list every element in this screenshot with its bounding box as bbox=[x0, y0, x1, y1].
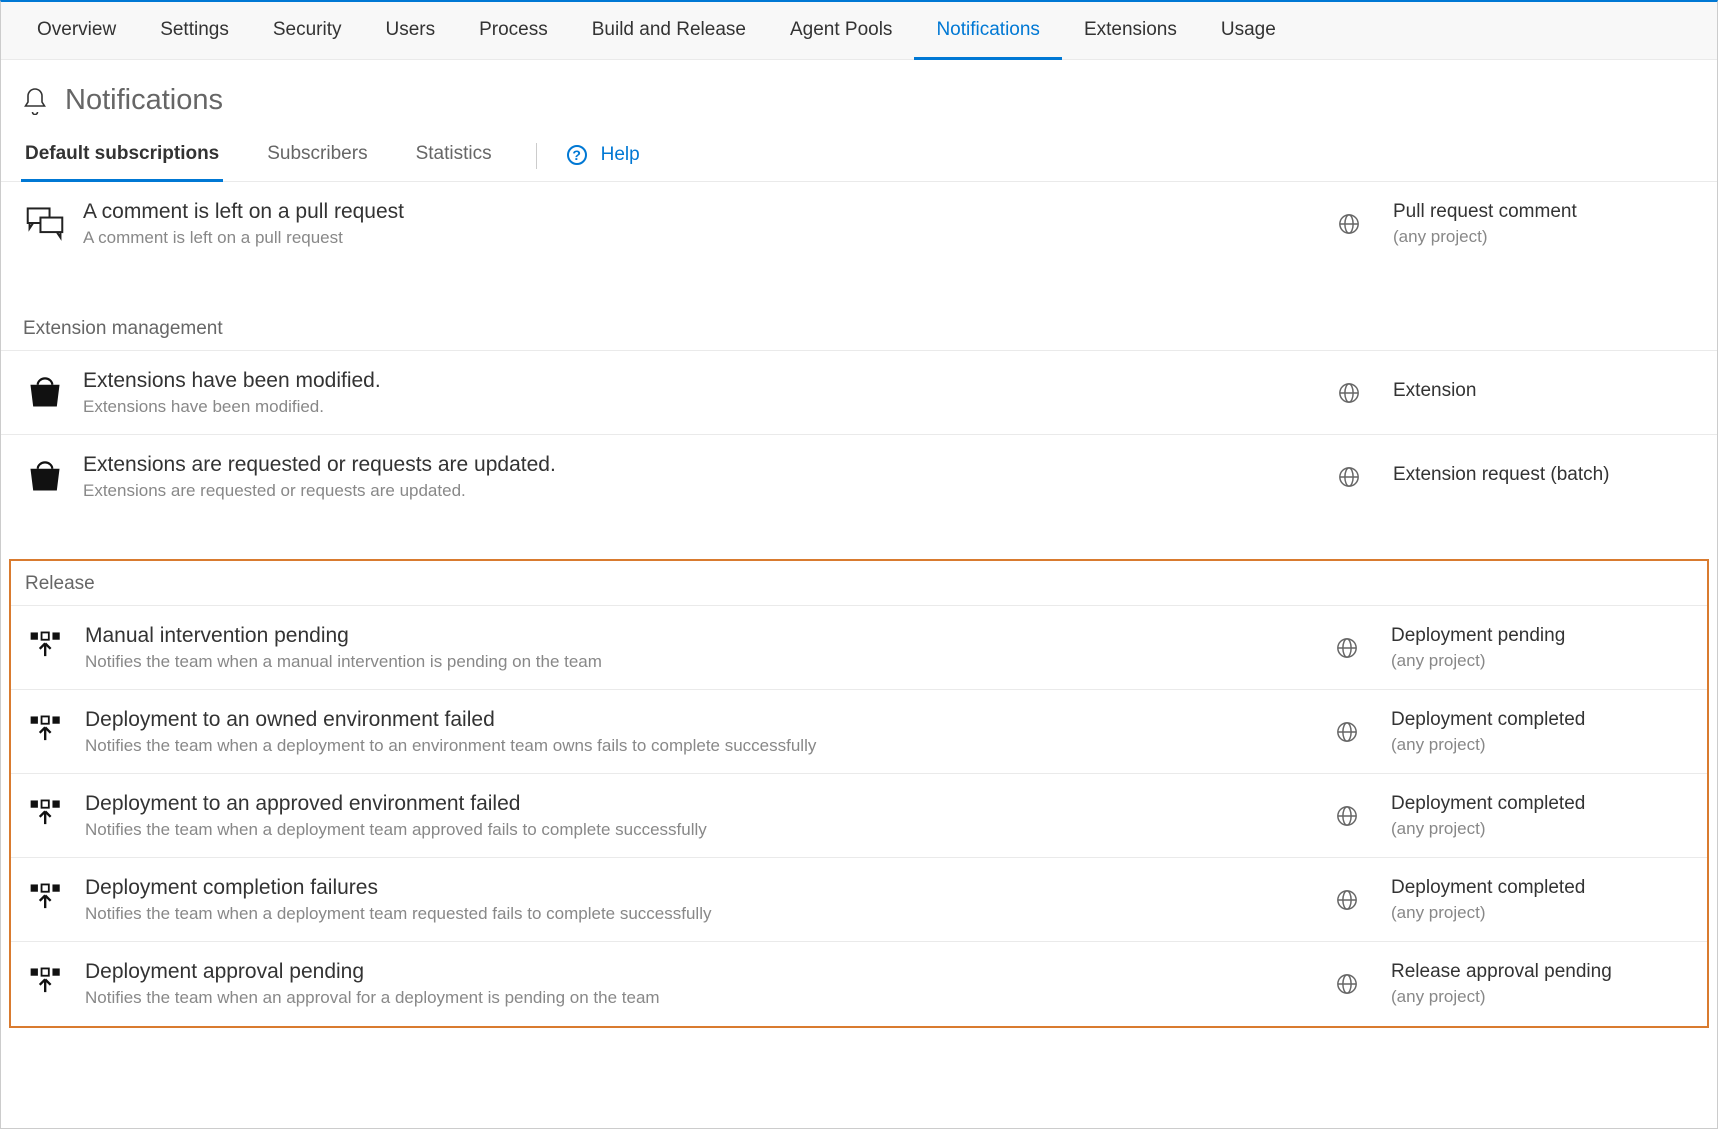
item-scope: (any project) bbox=[1391, 903, 1693, 923]
item-main: Extensions have been modified. Extension… bbox=[83, 369, 1313, 417]
globe-icon bbox=[1311, 805, 1383, 827]
list-item[interactable]: Deployment to an owned environment faile… bbox=[11, 690, 1707, 774]
item-scope: (any project) bbox=[1393, 227, 1695, 247]
nav-extensions[interactable]: Extensions bbox=[1062, 2, 1199, 60]
sub-tabs: Default subscriptions Subscribers Statis… bbox=[1, 123, 1717, 182]
globe-icon bbox=[1311, 721, 1383, 743]
globe-icon bbox=[1311, 637, 1383, 659]
item-desc: Notifies the team when an approval for a… bbox=[85, 988, 1281, 1008]
item-scope: (any project) bbox=[1391, 735, 1693, 755]
group-header-release: Release bbox=[11, 561, 1707, 606]
item-main: Deployment to an owned environment faile… bbox=[85, 708, 1311, 756]
chat-icon bbox=[23, 203, 67, 247]
item-scope: (any project) bbox=[1391, 819, 1693, 839]
item-right: Deployment completed (any project) bbox=[1383, 793, 1693, 839]
divider bbox=[536, 143, 537, 169]
item-main: Extensions are requested or requests are… bbox=[83, 453, 1313, 501]
tab-default-subscriptions[interactable]: Default subscriptions bbox=[21, 143, 223, 182]
item-category: Deployment completed bbox=[1391, 793, 1693, 815]
release-icon bbox=[25, 795, 69, 839]
item-right: Release approval pending (any project) bbox=[1383, 961, 1693, 1007]
item-category: Pull request comment bbox=[1393, 201, 1695, 223]
item-main: Manual intervention pending Notifies the… bbox=[85, 624, 1311, 672]
item-title: Extensions have been modified. bbox=[83, 369, 1283, 393]
nav-build-release[interactable]: Build and Release bbox=[570, 2, 768, 60]
nav-settings[interactable]: Settings bbox=[138, 2, 251, 60]
item-title: Deployment to an owned environment faile… bbox=[85, 708, 1281, 732]
item-right: Extension bbox=[1385, 380, 1695, 406]
nav-usage[interactable]: Usage bbox=[1199, 2, 1298, 60]
item-category: Deployment completed bbox=[1391, 877, 1693, 899]
item-desc: A comment is left on a pull request bbox=[83, 228, 1283, 248]
nav-users[interactable]: Users bbox=[363, 2, 457, 60]
release-group-highlight: Release Manual intervention pending Noti… bbox=[9, 559, 1709, 1028]
item-main: Deployment approval pending Notifies the… bbox=[85, 960, 1311, 1008]
item-main: A comment is left on a pull request A co… bbox=[83, 200, 1313, 248]
list-item[interactable]: Extensions are requested or requests are… bbox=[1, 435, 1717, 519]
globe-icon bbox=[1311, 889, 1383, 911]
release-icon bbox=[25, 963, 69, 1007]
item-main: Deployment completion failures Notifies … bbox=[85, 876, 1311, 924]
nav-agent-pools[interactable]: Agent Pools bbox=[768, 2, 914, 60]
list-item[interactable]: A comment is left on a pull request A co… bbox=[1, 182, 1717, 266]
item-desc: Notifies the team when a manual interven… bbox=[85, 652, 1281, 672]
item-title: Deployment approval pending bbox=[85, 960, 1281, 984]
list-item[interactable]: Manual intervention pending Notifies the… bbox=[11, 606, 1707, 690]
item-scope: (any project) bbox=[1391, 651, 1693, 671]
tab-subscribers[interactable]: Subscribers bbox=[263, 143, 371, 182]
list-item[interactable]: Deployment approval pending Notifies the… bbox=[11, 942, 1707, 1026]
page-title: Notifications bbox=[65, 84, 223, 117]
help-label: Help bbox=[601, 144, 640, 166]
help-link[interactable]: ? Help bbox=[567, 144, 640, 180]
item-title: Deployment to an approved environment fa… bbox=[85, 792, 1281, 816]
item-scope: (any project) bbox=[1391, 987, 1693, 1007]
item-category: Extension bbox=[1393, 380, 1695, 402]
top-nav: Overview Settings Security Users Process… bbox=[1, 2, 1717, 60]
group-header-extension: Extension management bbox=[1, 306, 1717, 351]
list-item[interactable]: Deployment completion failures Notifies … bbox=[11, 858, 1707, 942]
nav-notifications[interactable]: Notifications bbox=[914, 2, 1062, 60]
globe-icon bbox=[1313, 466, 1385, 488]
item-right: Pull request comment (any project) bbox=[1385, 201, 1695, 247]
nav-security[interactable]: Security bbox=[251, 2, 364, 60]
page-header: Notifications bbox=[1, 60, 1717, 123]
item-category: Release approval pending bbox=[1391, 961, 1693, 983]
item-desc: Notifies the team when a deployment to a… bbox=[85, 736, 1281, 756]
globe-icon bbox=[1311, 973, 1383, 995]
subscriptions-list: A comment is left on a pull request A co… bbox=[1, 182, 1717, 1028]
item-desc: Extensions have been modified. bbox=[83, 397, 1283, 417]
item-category: Extension request (batch) bbox=[1393, 464, 1695, 486]
item-main: Deployment to an approved environment fa… bbox=[85, 792, 1311, 840]
item-right: Deployment pending (any project) bbox=[1383, 625, 1693, 671]
globe-icon bbox=[1313, 213, 1385, 235]
list-item[interactable]: Deployment to an approved environment fa… bbox=[11, 774, 1707, 858]
globe-icon bbox=[1313, 382, 1385, 404]
item-title: Extensions are requested or requests are… bbox=[83, 453, 1283, 477]
item-right: Extension request (batch) bbox=[1385, 464, 1695, 490]
item-title: A comment is left on a pull request bbox=[83, 200, 1283, 224]
bag-icon bbox=[23, 372, 67, 416]
item-right: Deployment completed (any project) bbox=[1383, 877, 1693, 923]
nav-overview[interactable]: Overview bbox=[15, 2, 138, 60]
app-frame: Overview Settings Security Users Process… bbox=[0, 0, 1718, 1129]
release-icon bbox=[25, 879, 69, 923]
item-desc: Extensions are requested or requests are… bbox=[83, 481, 1283, 501]
list-item[interactable]: Extensions have been modified. Extension… bbox=[1, 351, 1717, 435]
release-icon bbox=[25, 627, 69, 671]
bell-icon bbox=[23, 87, 47, 115]
item-desc: Notifies the team when a deployment team… bbox=[85, 820, 1281, 840]
item-category: Deployment completed bbox=[1391, 709, 1693, 731]
item-title: Manual intervention pending bbox=[85, 624, 1281, 648]
tab-statistics[interactable]: Statistics bbox=[412, 143, 496, 182]
item-title: Deployment completion failures bbox=[85, 876, 1281, 900]
help-icon: ? bbox=[567, 145, 587, 165]
item-right: Deployment completed (any project) bbox=[1383, 709, 1693, 755]
item-desc: Notifies the team when a deployment team… bbox=[85, 904, 1281, 924]
bag-icon bbox=[23, 456, 67, 500]
nav-process[interactable]: Process bbox=[457, 2, 570, 60]
item-category: Deployment pending bbox=[1391, 625, 1693, 647]
release-icon bbox=[25, 711, 69, 755]
